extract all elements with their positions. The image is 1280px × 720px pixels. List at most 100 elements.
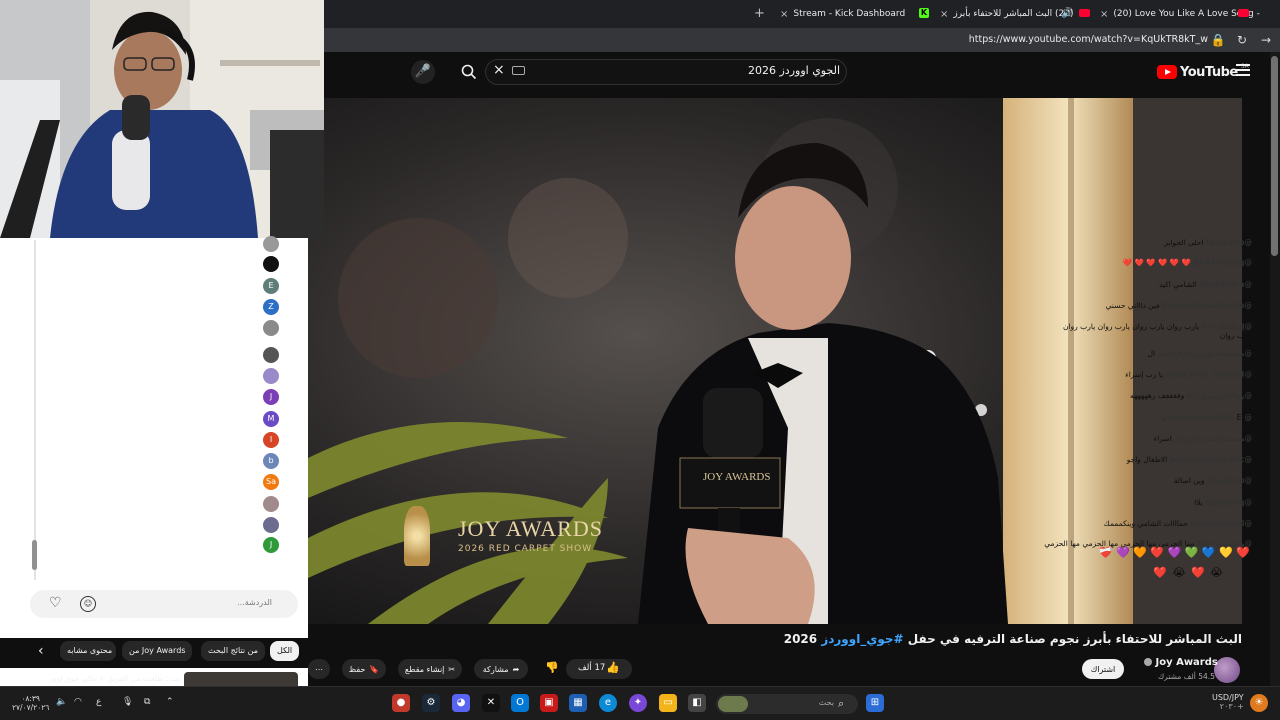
chat-text: احلى الجوايز <box>1164 238 1204 247</box>
gift-app-icon[interactable]: ▣ <box>540 694 558 712</box>
edge-icon[interactable]: e <box>599 694 617 712</box>
scroll-thumb[interactable] <box>1271 56 1278 256</box>
chat-username[interactable]: @SARA-s9e2g <box>1193 258 1252 267</box>
red-carpet-overlay: 2026 RED CARPET SHOW <box>458 544 593 554</box>
chat-message: @Lana-v7o احلى الجوايز <box>1164 238 1252 247</box>
reload-icon[interactable]: ↻ <box>1234 32 1250 48</box>
chat-username[interactable]: @محمدالشهراني-د٧ح٥س <box>1158 349 1252 358</box>
chat-username[interactable]: @إبوالعلي-٧x <box>1202 322 1252 331</box>
chip-from-channel[interactable]: من Joy Awards <box>122 641 193 661</box>
like-count[interactable]: 17 ألف <box>578 663 605 673</box>
menu-icon[interactable] <box>1236 64 1250 76</box>
chat-message: @Sa-jp1bp وين اصالة <box>1174 476 1252 485</box>
ticker-value: ٢٠٣٠+ <box>1219 702 1244 711</box>
chat-username[interactable]: @kpop_with_riana13 <box>1166 370 1252 379</box>
obs-icon[interactable]: ◧ <box>688 694 706 712</box>
chat-avatar[interactable]: b <box>263 453 279 469</box>
mic-brand-text: JOY AWARDS <box>703 471 770 483</box>
tab-close-icon[interactable]: × <box>940 9 948 20</box>
tab-kick-dashboard[interactable]: × Stream - Kick Dashboard <box>780 4 925 24</box>
chat-avatar[interactable]: I <box>263 432 279 448</box>
suggested-video-thumbnail[interactable] <box>184 672 298 686</box>
voice-search-icon[interactable]: 🎤 <box>411 60 435 84</box>
scissors-icon: ✂ <box>448 664 456 674</box>
emoji-icon[interactable]: ☺ <box>80 596 96 612</box>
weather-widget-icon[interactable]: ☀ <box>1250 694 1268 712</box>
search-icon[interactable] <box>457 60 481 84</box>
wifi-icon[interactable]: ◠ <box>74 697 82 707</box>
more-icon: ⋯ <box>315 664 323 674</box>
chat-username[interactable]: @رهالحربي-خ٥٠١ <box>1187 391 1252 400</box>
verified-icon <box>1144 658 1152 666</box>
new-tab-button[interactable]: + <box>754 6 765 21</box>
chat-username[interactable]: @Egbc-g7q <box>1205 498 1252 507</box>
capcut-icon[interactable]: ✕ <box>482 694 500 712</box>
forward-icon[interactable]: → <box>1258 32 1274 48</box>
title-hashtag[interactable]: #جوي_اووردز <box>821 632 903 646</box>
chat-avatar[interactable]: Sa <box>263 474 279 490</box>
file-explorer-icon[interactable]: ▭ <box>659 694 677 712</box>
youtube-logo[interactable]: YouTube SA <box>1157 63 1249 81</box>
taskbar-search-icon[interactable]: ⌕ <box>838 697 844 711</box>
app-recorder-icon[interactable]: ● <box>392 694 410 712</box>
outlook-icon[interactable]: O <box>511 694 529 712</box>
share-button[interactable]: مشاركة ➦ <box>474 659 528 679</box>
keyboard-language-icon[interactable]: ع <box>96 697 101 707</box>
chips-prev-icon[interactable]: ‹ <box>38 643 44 659</box>
network-tray-icon[interactable]: ⧉ <box>144 697 150 707</box>
chat-username[interactable]: @Sa-jp1bp <box>1207 476 1252 485</box>
tab-love-song[interactable]: × (20) Love You Like A Love Song - <box>1100 4 1260 24</box>
chip-search-results[interactable]: من نتائج البحث <box>201 641 266 661</box>
like-icon[interactable]: 👍 <box>606 661 620 674</box>
video-title: البث المباشر للاحتفاء بأبرز نجوم صناعة ا… <box>700 632 1242 646</box>
chat-message: @EhabZokra الشامي اكيد <box>1159 280 1252 289</box>
chip-all[interactable]: الكل <box>270 641 300 661</box>
keyboard-icon[interactable] <box>512 66 525 75</box>
chat-avatar[interactable] <box>263 517 279 533</box>
discord-icon[interactable]: ◕ <box>452 694 470 712</box>
chat-username[interactable]: @bouzianemrsl-u5c <box>1170 455 1252 464</box>
chip-similar[interactable]: محتوى مشابه <box>60 641 116 661</box>
chat-avatar[interactable] <box>263 256 279 272</box>
more-actions-button[interactable]: ⋯ <box>308 659 330 679</box>
mic-tray-icon[interactable]: 🎙 <box>122 697 133 707</box>
chat-avatar[interactable] <box>263 496 279 512</box>
subscribe-button[interactable]: اشتراك <box>1082 659 1124 679</box>
chat-username[interactable]: @محمداحمد-ز٥ص٥ي <box>1174 434 1252 443</box>
tab-close-icon[interactable]: × <box>1100 9 1108 20</box>
chat-avatar[interactable]: J <box>263 389 279 405</box>
tab-close-icon[interactable]: × <box>780 9 788 20</box>
clock-time: ٠٨:٣٩ <box>21 694 40 703</box>
clip-button[interactable]: إنشاء مقطع ✂ <box>398 659 462 679</box>
chat-avatar[interactable]: M <box>263 411 279 427</box>
chat-username[interactable]: @ZeinabHamada-o5p <box>1162 301 1252 310</box>
chat-avatar[interactable] <box>263 320 279 336</box>
windows-start-icon[interactable]: ⊞ <box>866 694 884 712</box>
suggested-video-title[interactable]: بث : طلحت من الفريق + مالي جوي اوورد <box>50 674 180 683</box>
taskbar-clock[interactable]: ٠٨:٣٩ ٢٧/٠٧/٢٠٢٦ <box>12 694 49 712</box>
steam-icon[interactable]: ⚙ <box>422 694 440 712</box>
copilot-icon[interactable]: ✦ <box>629 694 647 712</box>
speaker-icon[interactable]: 🔊 <box>1061 8 1073 19</box>
chat-scroll-track[interactable] <box>34 240 36 580</box>
channel-name[interactable]: Joy Awards <box>1144 657 1218 668</box>
volume-icon[interactable]: 🔈 <box>56 697 67 707</box>
heart-icon[interactable]: ♡ <box>49 595 62 611</box>
chat-avatar[interactable] <box>263 236 279 252</box>
stock-widget[interactable]: USD/JPY ٢٠٣٠+ <box>1212 693 1244 711</box>
chat-avatar[interactable] <box>263 368 279 384</box>
url-field[interactable]: https://www.youtube.com/watch?v=KqUkTR8k… <box>969 34 1208 45</box>
chat-scroll-thumb[interactable] <box>32 540 37 570</box>
clear-search-button[interactable]: × <box>493 62 505 78</box>
chat-username[interactable]: @starzalshami <box>1190 519 1252 528</box>
chat-username[interactable]: @EhabZokra <box>1199 280 1252 289</box>
chat-avatar[interactable]: Z <box>263 299 279 315</box>
chat-username[interactable]: @Lana-v7o <box>1206 238 1252 247</box>
store-icon[interactable]: ▦ <box>569 694 587 712</box>
chat-avatar[interactable]: J <box>263 537 279 553</box>
dislike-icon[interactable]: 👎 <box>545 661 559 674</box>
save-button[interactable]: حفظ 🔖 <box>342 659 386 679</box>
tray-chevron-icon[interactable]: ⌃ <box>166 697 174 707</box>
chat-avatar[interactable] <box>263 347 279 363</box>
chat-avatar[interactable]: E <box>263 278 279 294</box>
